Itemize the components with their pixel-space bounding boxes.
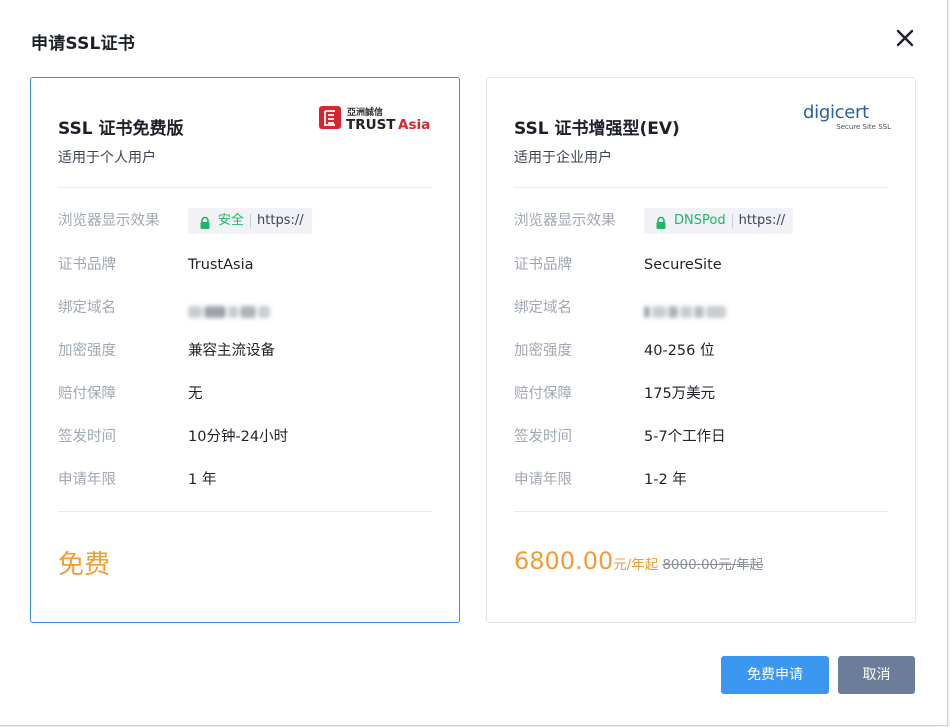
- svg-text:Asia: Asia: [398, 117, 429, 131]
- years-value: 1-2 年: [644, 472, 687, 488]
- svg-text:TRUST: TRUST: [346, 117, 396, 131]
- years-value: 1 年: [188, 472, 217, 488]
- row-label: 绑定域名: [58, 300, 116, 316]
- row-label: 证书品牌: [58, 257, 116, 273]
- divider: [514, 511, 888, 512]
- lock-icon: [198, 214, 212, 229]
- card-title: SSL 证书免费版: [58, 119, 184, 139]
- original-price: 8000.00元/年起: [662, 557, 764, 573]
- lock-icon: [654, 214, 668, 229]
- row-warranty: 赔付保障 无: [58, 382, 432, 406]
- protocol-text: https://: [738, 213, 786, 228]
- free-apply-button[interactable]: 免费申请: [721, 656, 829, 694]
- issue-time-value: 10分钟-24小时: [188, 429, 289, 445]
- digicert-wordmark: digicert: [803, 102, 869, 123]
- trustasia-logo: 亞洲誠信 TRUST Asia: [319, 105, 430, 133]
- row-browser-display: 浏览器显示效果 安全 https://: [58, 208, 432, 234]
- row-years: 申请年限 1-2 年: [514, 468, 888, 492]
- ssl-apply-dialog: 申请SSL证书 SSL 证书免费版 亞洲誠信 TRUST Asia 适用于个人用…: [0, 0, 948, 726]
- secure-badge: 安全: [218, 213, 245, 228]
- divider: [58, 187, 432, 188]
- row-years: 申请年限 1 年: [58, 468, 432, 492]
- warranty-value: 无: [188, 386, 203, 402]
- row-label: 申请年限: [58, 472, 116, 488]
- price-ev: 6800.00元/年起 8000.00元/年起: [514, 547, 763, 575]
- blurred-domain: [188, 300, 272, 318]
- separator: [250, 214, 252, 228]
- brand-value: SecureSite: [644, 257, 722, 273]
- browser-preview: DNSPod https://: [644, 208, 794, 234]
- price-free: 免费: [58, 550, 111, 580]
- blurred-domain: [644, 300, 728, 318]
- row-warranty: 赔付保障 175万美元: [514, 382, 888, 406]
- org-badge: DNSPod: [674, 213, 726, 228]
- price-unit: 元/年起: [613, 557, 659, 573]
- row-domain: 绑定域名: [58, 296, 432, 320]
- row-label: 签发时间: [514, 429, 572, 445]
- protocol-text: https://: [257, 213, 304, 228]
- row-label: 申请年限: [514, 472, 572, 488]
- ev-ssl-card[interactable]: SSL 证书增强型(EV) digicert Secure Site SSL 适…: [486, 77, 916, 623]
- free-ssl-card[interactable]: SSL 证书免费版 亞洲誠信 TRUST Asia 适用于个人用户 浏览器显示效…: [30, 77, 460, 623]
- row-label: 签发时间: [58, 429, 116, 445]
- separator: [731, 214, 733, 228]
- digicert-subtext: Secure Site SSL: [836, 123, 891, 131]
- divider: [514, 187, 888, 188]
- row-label: 加密强度: [514, 343, 572, 359]
- issue-time-value: 5-7个工作日: [644, 429, 726, 445]
- row-label: 加密强度: [58, 343, 116, 359]
- dialog-title: 申请SSL证书: [31, 34, 135, 54]
- cancel-button[interactable]: 取消: [838, 656, 915, 694]
- row-encryption: 加密强度 兼容主流设备: [58, 339, 432, 363]
- row-label: 浏览器显示效果: [514, 213, 616, 229]
- card-subtitle: 适用于企业用户: [514, 150, 612, 166]
- price-amount: 6800.00: [514, 547, 614, 575]
- row-label: 绑定域名: [514, 300, 572, 316]
- row-label: 证书品牌: [514, 257, 572, 273]
- row-brand: 证书品牌 TrustAsia: [58, 253, 432, 277]
- row-label: 赔付保障: [514, 386, 572, 402]
- digicert-logo: digicert Secure Site SSL: [803, 102, 891, 134]
- encryption-value: 兼容主流设备: [188, 343, 275, 359]
- warranty-value: 175万美元: [644, 386, 716, 402]
- row-issue-time: 签发时间 5-7个工作日: [514, 425, 888, 449]
- browser-preview: 安全 https://: [188, 208, 312, 234]
- close-icon[interactable]: [893, 26, 917, 50]
- row-encryption: 加密强度 40-256 位: [514, 339, 888, 363]
- card-title: SSL 证书增强型(EV): [514, 119, 680, 139]
- divider: [58, 511, 432, 512]
- row-label: 赔付保障: [58, 386, 116, 402]
- row-label: 浏览器显示效果: [58, 213, 160, 229]
- row-browser-display: 浏览器显示效果 DNSPod https://: [514, 208, 888, 234]
- card-subtitle: 适用于个人用户: [58, 150, 156, 166]
- encryption-value: 40-256 位: [644, 343, 715, 359]
- brand-value: TrustAsia: [188, 257, 254, 273]
- row-issue-time: 签发时间 10分钟-24小时: [58, 425, 432, 449]
- row-brand: 证书品牌 SecureSite: [514, 253, 888, 277]
- row-domain: 绑定域名: [514, 296, 888, 320]
